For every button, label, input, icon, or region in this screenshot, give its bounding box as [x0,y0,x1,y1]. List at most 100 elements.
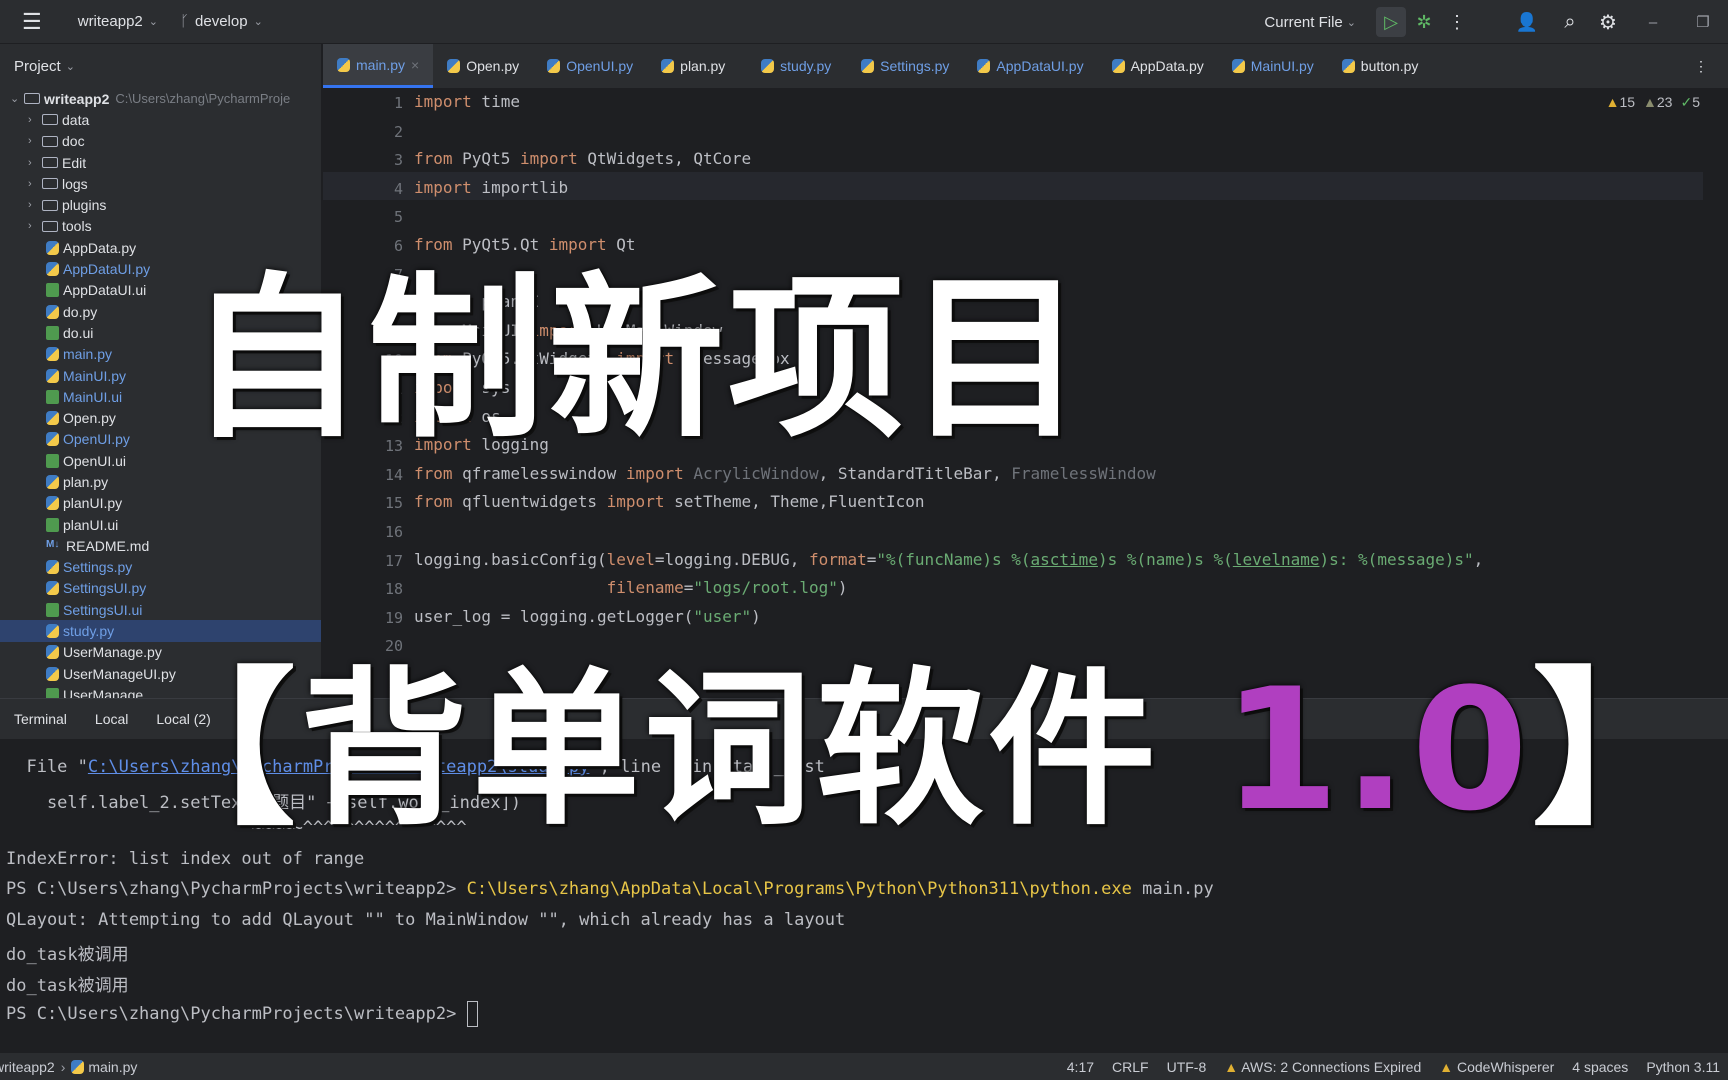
ui-file-icon [46,453,59,468]
typo-count: ✓5 [1680,94,1700,110]
tree-root[interactable]: ⌄ writeapp2 C:\Users\zhang\PycharmProje [0,88,321,109]
code-token: = [683,578,694,598]
terminal-token: do_task被调用 [6,975,129,996]
indent-setting[interactable]: 4 spaces [1572,1059,1628,1075]
more-tabs-icon[interactable]: ⋮ [1694,58,1708,75]
tree-item-label: do.py [63,303,98,320]
tree-item[interactable]: › plugins [0,194,321,215]
tree-item-label: SettingsUI.py [63,580,147,597]
tree-item[interactable]: planUI.py [0,493,321,514]
tab-mainui-py[interactable]: MainUI.py [1218,44,1328,88]
tab-study-py[interactable]: study.py [747,44,847,88]
tree-item[interactable]: › Edit [0,152,321,173]
debug-icon[interactable]: ✲ [1406,12,1442,33]
code-token: from [414,492,453,512]
file-encoding[interactable]: UTF-8 [1167,1059,1207,1075]
code-token: setTheme, Theme,FluentIcon [664,492,925,512]
line-number: 5 [393,208,403,227]
terminal-tab[interactable]: Local [95,711,128,727]
tree-item-label: main.py [63,346,113,363]
tab-open-py[interactable]: Open.py [433,44,533,88]
tree-item-label: MainUI.py [63,367,127,384]
tree-item-label: planUI.py [63,495,123,512]
code-token: import [548,235,607,254]
breadcrumb-project[interactable]: writeapp2 [0,1059,55,1075]
terminal-line: QLayout: Attempting to add QLayout "" to… [6,910,845,930]
tree-item[interactable]: SettingsUI.py [0,578,321,599]
python-file-icon [977,59,991,73]
run-config-selector[interactable]: Current File ⌄ [1264,14,1356,31]
minimize-icon[interactable]: – [1628,14,1678,31]
close-icon[interactable]: × [411,57,419,73]
terminal-tab[interactable]: Terminal [14,711,67,727]
tree-item[interactable]: › data [0,109,321,130]
project-panel-title: Project [14,57,61,75]
line-number: 17 [384,551,403,570]
code-token: QtWidgets, QtCore [577,149,752,169]
search-icon[interactable]: ⌕ [1552,11,1588,34]
project-selector[interactable]: writeapp2 ⌄ [78,13,158,30]
tab-plan-py[interactable]: plan.py [647,44,747,88]
tab-main-py[interactable]: main.py × [323,44,434,88]
python-file-icon [337,57,350,72]
tree-item[interactable]: study.py [0,620,321,642]
py-file-icon [46,560,59,575]
code-token: user_log = logging.getLogger( [414,606,694,626]
tree-item-label: MainUI.ui [63,388,123,405]
tree-item[interactable]: planUI.ui [0,514,321,535]
caret-position[interactable]: 4:17 [1067,1059,1094,1075]
code-token: qfluentwidgets [452,492,607,512]
chevron-down-icon: ⌄ [253,16,263,28]
py-file-icon [46,645,59,660]
main-menu-icon[interactable]: ☰ [22,9,42,35]
tree-item[interactable]: Settings.py [0,557,321,578]
tab-appdata-py[interactable]: AppData.py [1098,44,1218,88]
warning-icon: ▲ [1224,1058,1239,1075]
ui-file-icon [46,602,59,617]
terminal-token: do_task被调用 [6,945,129,965]
chevron-right-icon: › [28,135,32,148]
line-separator[interactable]: CRLF [1112,1059,1149,1075]
tab-settings-py[interactable]: Settings.py [847,44,963,88]
code-token: = [866,549,877,569]
tree-item[interactable]: › doc [0,131,321,152]
run-icon[interactable]: ▷ [1376,7,1406,37]
tree-item[interactable]: M↓ README.md [0,535,321,556]
restore-icon[interactable]: ❐ [1678,13,1728,31]
more-icon[interactable]: ⋮ [1442,12,1472,33]
aws-status[interactable]: ▲ AWS: 2 Connections Expired [1224,1059,1421,1075]
tree-item-label: SettingsUI.ui [63,601,143,618]
tree-item[interactable]: › tools [0,216,321,237]
tab-button-py[interactable]: button.py [1328,44,1433,88]
ui-file-icon [46,283,59,298]
python-interpreter[interactable]: Python 3.11 [1646,1059,1720,1075]
add-user-icon[interactable]: 👤 [1502,12,1552,33]
terminal-line: do_task被调用 [6,940,129,965]
code-token: "logs/root.log" [693,578,838,598]
terminal-token: IndexError: list index out of range [6,848,365,869]
gear-icon[interactable]: ⚙ [1588,10,1628,35]
breadcrumb-file[interactable]: main.py [88,1059,137,1075]
tree-item-label: do.ui [63,324,94,341]
tree-item-label: data [62,111,90,128]
terminal-line: IndexError: list index out of range [6,849,364,869]
project-panel-header[interactable]: Project ⌄ [0,44,321,88]
tree-item[interactable]: › logs [0,173,321,194]
terminal-token: PS C:\Users\zhang\PycharmProjects\writea… [6,1004,467,1024]
codewhisperer-status[interactable]: ▲ CodeWhisperer [1439,1059,1554,1075]
line-number: 2 [393,122,403,141]
py-file-icon [46,432,59,447]
tree-item[interactable]: plan.py [0,471,321,492]
py-file-icon [46,496,59,511]
folder-icon [42,114,58,126]
tab-appdataui-py[interactable]: AppDataUI.py [963,44,1097,88]
overlay-subtitle: 【背单词软件 1.0】 [128,650,1704,850]
line-number: 15 [384,494,403,513]
branch-selector[interactable]: ᚴ develop ⌄ [180,13,263,30]
tree-item[interactable]: SettingsUI.ui [0,599,321,620]
inspection-widget[interactable]: ▲15 ▲23 ✓5 [1606,94,1700,111]
tree-item-label: planUI.ui [63,516,119,533]
folder-icon [42,220,58,232]
tab-openui-py[interactable]: OpenUI.py [533,44,647,88]
folder-icon [42,199,58,211]
